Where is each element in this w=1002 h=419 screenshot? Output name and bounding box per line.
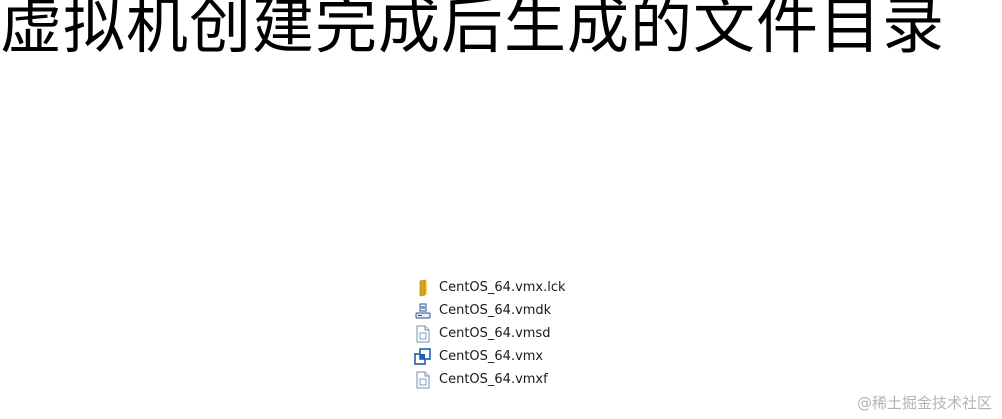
- file-list: CentOS_64.vmx.lck CentOS_64.vmdk CentOS_…: [414, 276, 594, 419]
- file-item-vmsd[interactable]: CentOS_64.vmsd: [414, 322, 594, 345]
- file-name: CentOS_64.vmx.lck: [439, 280, 566, 295]
- file-name: CentOS_64.vmsd: [439, 326, 551, 341]
- file-item-vmxf[interactable]: CentOS_64.vmxf: [414, 368, 594, 391]
- file-name: CentOS_64.vmx: [439, 349, 544, 364]
- vmware-config-icon: [414, 347, 431, 365]
- virtual-disk-icon: [415, 303, 431, 318]
- file-item-vmx[interactable]: CentOS_64.vmx: [414, 345, 594, 368]
- file-item-vmx-lck[interactable]: CentOS_64.vmx.lck: [414, 276, 594, 299]
- file-name: CentOS_64.vmxf: [439, 372, 548, 387]
- file-item-vmdk[interactable]: CentOS_64.vmdk: [414, 299, 594, 322]
- page-title: 虚拟机创建完成后生成的文件目录: [0, 0, 946, 62]
- folder-icon: [419, 279, 427, 296]
- watermark: @稀土掘金技术社区: [856, 394, 992, 412]
- file-name: CentOS_64.vmdk: [439, 303, 552, 318]
- document-icon: [416, 371, 430, 388]
- document-icon: [416, 325, 430, 342]
